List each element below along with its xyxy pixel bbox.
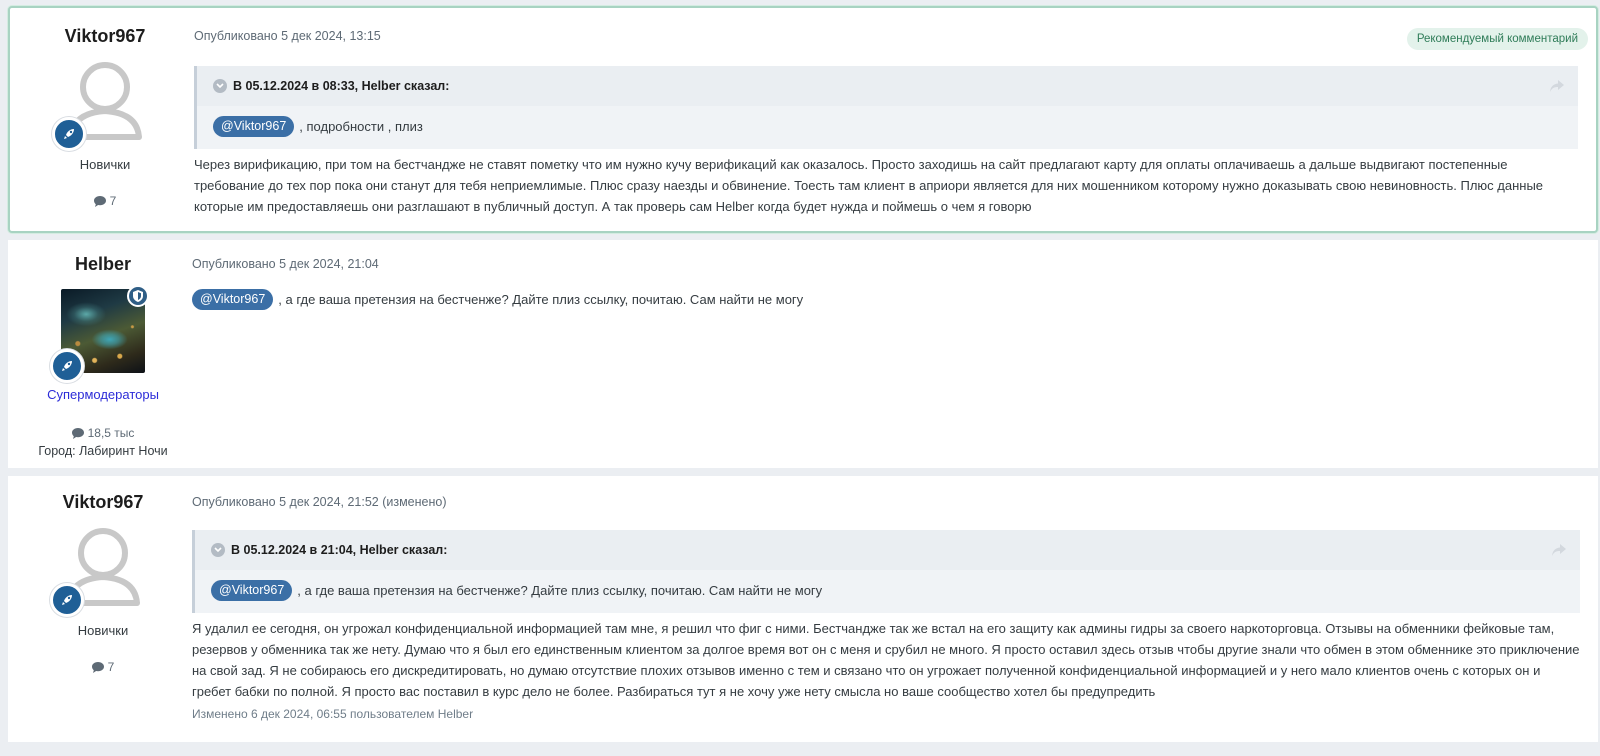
author-name[interactable]: Viktor967 (10, 26, 200, 47)
post-author-panel: Viktor967 Новички 7 (8, 492, 198, 674)
chevron-down-icon[interactable] (213, 79, 227, 93)
quote-block: В 05.12.2024 в 08:33, Helber сказал: @Vi… (194, 66, 1578, 149)
post-content: Опубликовано 5 дек 2024, 21:04 @Viktor96… (192, 257, 1580, 310)
quote-header-text: В 05.12.2024 в 08:33, Helber сказал: (233, 79, 450, 93)
quote-header[interactable]: В 05.12.2024 в 08:33, Helber сказал: (197, 66, 1578, 106)
post-text-line: @Viktor967 , а где ваша претензия на бес… (192, 289, 1580, 310)
post-count-value: 18,5 тыс (87, 426, 135, 440)
post-body: В 05.12.2024 в 21:04, Helber сказал: @Vi… (192, 530, 1580, 721)
post-3: Viktor967 Новички 7 Опубликовано 5 дек 2… (8, 476, 1598, 742)
comment-icon (91, 661, 104, 673)
quote-body: @Viktor967 , подробности , плиз (197, 106, 1578, 149)
quote-text: , а где ваша претензия на бестченже? Дай… (297, 583, 823, 598)
shield-icon (127, 285, 149, 307)
post-count[interactable]: 18,5 тыс (8, 426, 198, 440)
post-meta[interactable]: Опубликовано 5 дек 2024, 21:52 (изменено… (192, 495, 1580, 509)
post-meta[interactable]: Опубликовано 5 дек 2024, 13:15 (194, 29, 1578, 43)
quote-header[interactable]: В 05.12.2024 в 21:04, Helber сказал: (195, 530, 1580, 570)
post-author-panel: Viktor967 Новички 7 (10, 26, 200, 208)
post-text: Через вирификацию, при том на бестчандже… (194, 157, 1544, 214)
avatar[interactable] (52, 57, 147, 151)
post-text: , а где ваша претензия на бестченже? Дай… (278, 292, 804, 307)
author-name[interactable]: Helber (8, 254, 198, 275)
rocket-icon (50, 583, 84, 617)
share-icon[interactable] (1550, 79, 1564, 97)
mention-link[interactable]: @Viktor967 (192, 289, 274, 310)
rocket-icon (50, 349, 84, 383)
mention-link[interactable]: @Viktor967 (213, 116, 295, 137)
mention-link[interactable]: @Viktor967 (211, 580, 293, 601)
recommended-badge: Рекомендуемый комментарий (1406, 28, 1588, 50)
group-title: Новички (79, 157, 131, 172)
quote-text: , подробности , плиз (299, 119, 423, 134)
avatar[interactable] (50, 285, 149, 383)
avatar[interactable] (50, 523, 145, 617)
edited-note: Изменено 6 дек 2024, 06:55 пользователем… (192, 707, 474, 721)
post-2: Helber Супермодераторы 18,5 тыс Город: Л… (8, 240, 1598, 468)
quote-header-text: В 05.12.2024 в 21:04, Helber сказал: (231, 543, 448, 557)
city-field: Город: Лабиринт Ночи (38, 444, 168, 458)
post-meta[interactable]: Опубликовано 5 дек 2024, 21:04 (192, 257, 1580, 271)
quote-body: @Viktor967 , а где ваша претензия на бес… (195, 570, 1580, 613)
group-title: Новички (77, 623, 129, 638)
post-count[interactable]: 7 (8, 660, 198, 674)
post-1: Viktor967 Новички 7 Опубликовано 5 дек 2… (8, 6, 1598, 233)
post-body: В 05.12.2024 в 08:33, Helber сказал: @Vi… (194, 66, 1578, 217)
rocket-icon (52, 117, 86, 151)
share-icon[interactable] (1552, 543, 1566, 561)
comment-icon (71, 427, 84, 439)
chevron-down-icon[interactable] (211, 543, 225, 557)
author-name[interactable]: Viktor967 (8, 492, 198, 513)
quote-block: В 05.12.2024 в 21:04, Helber сказал: @Vi… (192, 530, 1580, 613)
post-content: Опубликовано 5 дек 2024, 21:52 (изменено… (192, 495, 1580, 509)
post-count[interactable]: 7 (10, 194, 200, 208)
post-count-value: 7 (107, 660, 115, 674)
group-title[interactable]: Супермодераторы (8, 387, 198, 402)
post-text: Я удалил ее сегодня, он угрожал конфиден… (192, 621, 1580, 699)
post-author-panel: Helber Супермодераторы 18,5 тыс Город: Л… (8, 254, 198, 458)
comment-icon (93, 195, 106, 207)
post-count-value: 7 (109, 194, 117, 208)
post-content: Опубликовано 5 дек 2024, 13:15 (194, 29, 1578, 43)
